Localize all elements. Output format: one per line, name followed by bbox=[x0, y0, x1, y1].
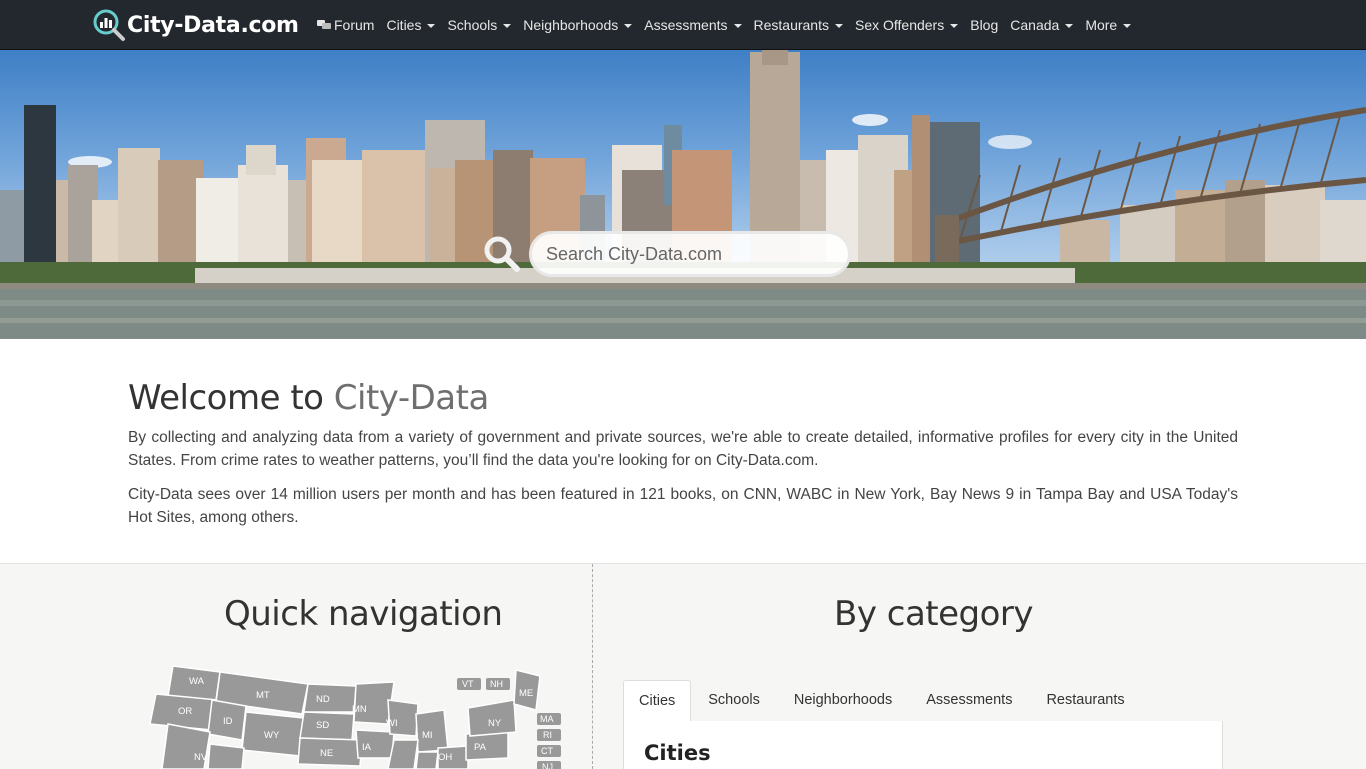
svg-text:ME: ME bbox=[519, 688, 533, 699]
svg-text:MA: MA bbox=[540, 714, 554, 724]
search-bar bbox=[483, 231, 851, 277]
nav-label: Blog bbox=[970, 17, 999, 33]
svg-text:MT: MT bbox=[256, 690, 270, 701]
svg-text:NV: NV bbox=[194, 752, 208, 763]
caret-down-icon bbox=[624, 24, 633, 28]
svg-text:NH: NH bbox=[490, 679, 503, 689]
svg-text:RI: RI bbox=[543, 730, 552, 740]
welcome-title-brand: City-Data bbox=[333, 378, 490, 418]
svg-text:WI: WI bbox=[386, 718, 398, 729]
tab-schools[interactable]: Schools bbox=[691, 680, 777, 721]
nav-neighborhoods[interactable]: Neighborhoods bbox=[517, 17, 638, 33]
nav-label: Restaurants bbox=[753, 17, 829, 33]
welcome-section: Welcome to City-Data By collecting and a… bbox=[128, 378, 1238, 529]
caret-down-icon bbox=[427, 24, 436, 28]
nav-label: Canada bbox=[1010, 17, 1060, 33]
caret-down-icon bbox=[733, 24, 742, 28]
nav-label: More bbox=[1085, 17, 1118, 33]
nav-label: Schools bbox=[447, 17, 498, 33]
nav-cities[interactable]: Cities bbox=[380, 17, 441, 33]
main-menu: Forum Cities Schools Neighborhoods Assessmen… bbox=[311, 0, 1137, 50]
tab-neighborhoods[interactable]: Neighborhoods bbox=[777, 680, 909, 721]
search-icon[interactable] bbox=[483, 235, 521, 273]
tab-restaurants[interactable]: Restaurants bbox=[1029, 680, 1141, 721]
svg-text:ID: ID bbox=[223, 716, 233, 727]
column-divider bbox=[592, 564, 593, 769]
svg-text:WA: WA bbox=[189, 676, 205, 687]
svg-text:MI: MI bbox=[422, 730, 433, 741]
caret-down-icon bbox=[834, 24, 843, 28]
caret-down-icon bbox=[950, 24, 959, 28]
nav-sex-offenders[interactable]: Sex Offenders bbox=[849, 17, 964, 33]
nav-restaurants[interactable]: Restaurants bbox=[748, 17, 849, 33]
category-tab-panel: Cities bbox=[623, 721, 1223, 769]
svg-text:IA: IA bbox=[362, 742, 372, 753]
nav-label: Cities bbox=[386, 17, 422, 33]
nav-assessments[interactable]: Assessments bbox=[638, 17, 747, 33]
nav-label: Sex Offenders bbox=[854, 17, 945, 33]
top-navbar: City-Data.com Forum Cities Schools Neighbor… bbox=[0, 0, 1366, 50]
panel-title: Cities bbox=[644, 741, 711, 765]
nav-blog[interactable]: Blog bbox=[964, 17, 1004, 33]
svg-text:NY: NY bbox=[488, 718, 502, 729]
svg-text:PA: PA bbox=[474, 742, 487, 753]
nav-more[interactable]: More bbox=[1079, 17, 1137, 33]
search-input[interactable] bbox=[529, 231, 851, 277]
welcome-paragraph-1: By collecting and analyzing data from a … bbox=[128, 429, 1238, 469]
state-nd bbox=[303, 683, 357, 713]
quick-navigation-title: Quick navigation bbox=[224, 594, 503, 634]
welcome-title-prefix: Welcome to bbox=[128, 378, 334, 418]
caret-down-icon bbox=[503, 24, 512, 28]
magnifier-chart-logo-icon bbox=[93, 9, 125, 41]
svg-text:OR: OR bbox=[178, 706, 192, 717]
nav-forum[interactable]: Forum bbox=[311, 17, 380, 33]
welcome-paragraph-2: City-Data sees over 14 million users per… bbox=[128, 486, 1238, 526]
state-il bbox=[387, 739, 419, 769]
svg-text:VT: VT bbox=[462, 679, 474, 689]
category-tabs: Cities Schools Neighborhoods Assessments Res… bbox=[623, 680, 1223, 722]
svg-text:OH: OH bbox=[438, 752, 452, 763]
svg-text:WY: WY bbox=[264, 730, 280, 741]
us-state-map[interactable]: WA OR MT ID WY ND SD NE MN IA WI MI PA N… bbox=[148, 660, 568, 769]
hero-banner bbox=[0, 50, 1366, 339]
caret-down-icon bbox=[1065, 24, 1074, 28]
svg-text:CT: CT bbox=[541, 746, 553, 756]
nav-label: Assessments bbox=[644, 17, 728, 33]
svg-text:MN: MN bbox=[352, 704, 367, 715]
state-ut bbox=[207, 743, 245, 769]
svg-text:NE: NE bbox=[320, 748, 333, 759]
logo-text: City-Data.com bbox=[127, 12, 299, 38]
state-in bbox=[415, 751, 439, 769]
nav-canada[interactable]: Canada bbox=[1004, 17, 1079, 33]
tab-assessments[interactable]: Assessments bbox=[909, 680, 1029, 721]
nav-label: Neighborhoods bbox=[523, 17, 619, 33]
navigation-section: Quick navigation By category WA OR MT ID… bbox=[0, 563, 1366, 769]
by-category-title: By category bbox=[834, 594, 1034, 634]
nav-schools[interactable]: Schools bbox=[441, 17, 517, 33]
svg-text:ND: ND bbox=[316, 694, 330, 705]
nav-label: Forum bbox=[334, 17, 375, 33]
caret-down-icon bbox=[1123, 24, 1132, 28]
skyline-photo bbox=[0, 50, 1366, 339]
welcome-title: Welcome to City-Data bbox=[128, 378, 1238, 418]
site-logo[interactable]: City-Data.com bbox=[92, 8, 299, 42]
svg-text:SD: SD bbox=[316, 720, 329, 731]
tab-cities[interactable]: Cities bbox=[623, 680, 692, 722]
chat-bubbles-icon bbox=[317, 20, 331, 29]
